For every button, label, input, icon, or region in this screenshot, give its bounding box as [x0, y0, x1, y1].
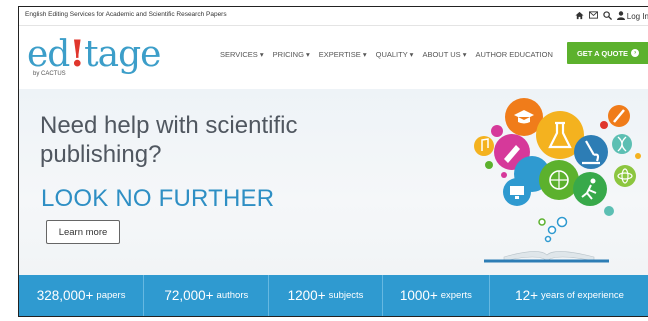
chevron-down-icon: ▾: [306, 50, 310, 59]
learn-more-button[interactable]: Learn more: [46, 220, 120, 244]
nav-label: EXPERTISE: [318, 50, 361, 59]
site-tagline: English Editing Services for Academic an…: [25, 11, 227, 18]
get-a-quote-button[interactable]: GET A QUOTE ›: [567, 42, 648, 64]
home-icon[interactable]: [575, 11, 584, 22]
globe-icon: [539, 160, 579, 200]
stat-label: years of experience: [541, 290, 624, 301]
nav-label: ABOUT US: [422, 50, 461, 59]
small-bubble-icon: [501, 172, 507, 178]
science-illustration: [474, 98, 641, 263]
pencil-icon: [608, 105, 630, 127]
nav-label: PRICING: [272, 50, 304, 59]
stat-number: 12+: [515, 288, 538, 303]
site-header: ed!tage by CACTUS SERVICES ▾ PRICING ▾ E…: [19, 26, 648, 88]
stat-number: 1000+: [399, 288, 438, 303]
microscope-icon: [574, 135, 608, 169]
utility-bar: English Editing Services for Academic an…: [19, 7, 648, 26]
login-label: Log In: [626, 11, 648, 21]
nav-services[interactable]: SERVICES ▾: [220, 50, 264, 59]
stat-label: experts: [440, 290, 472, 301]
logo-part: tage: [84, 34, 161, 75]
stat-subjects: 1200+ subjects: [269, 275, 383, 316]
music-note-icon: [474, 136, 494, 156]
nav-pricing[interactable]: PRICING ▾: [273, 50, 310, 59]
editage-logo[interactable]: ed!tage: [27, 33, 161, 75]
small-bubble-icon: [491, 125, 503, 137]
stat-label: papers: [96, 290, 126, 301]
nav-label: QUALITY: [375, 50, 408, 59]
chevron-down-icon: ▾: [259, 50, 264, 59]
stat-number: 72,000+: [164, 288, 214, 303]
logo-byline: by CACTUS: [33, 71, 66, 77]
chevron-down-icon: ▾: [462, 50, 467, 59]
arrow-right-icon: ›: [631, 49, 640, 57]
nav-quality[interactable]: QUALITY ▾: [376, 50, 414, 59]
mail-icon[interactable]: [588, 11, 598, 21]
stat-authors: 72,000+ authors: [144, 275, 270, 316]
main-nav: SERVICES ▾ PRICING ▾ EXPERTISE ▾ QUALITY…: [220, 50, 553, 59]
stats-bar: 328,000+ papers 72,000+ authors 1200+ subje…: [19, 275, 648, 316]
browser-page: English Editing Services for Academic an…: [18, 6, 648, 317]
chevron-down-icon: ▾: [409, 50, 414, 59]
hero-subtitle: LOOK NO FURTHER: [41, 185, 275, 212]
hero-banner: Need help with scientific publishing? LO…: [19, 89, 648, 275]
nav-about-us[interactable]: ABOUT US ▾: [422, 50, 466, 59]
login-link[interactable]: Log In: [616, 10, 648, 22]
small-bubble-icon: [600, 121, 608, 129]
nav-label: SERVICES: [220, 50, 258, 59]
chevron-down-icon: ▾: [362, 50, 367, 59]
small-bubble-icon: [604, 206, 614, 216]
logo-part: ed: [27, 34, 70, 75]
stat-number: 328,000+: [36, 288, 94, 303]
stat-experts: 1000+ experts: [383, 275, 491, 316]
atom-icon: [614, 165, 636, 187]
utility-icons: Log In: [575, 9, 648, 23]
computer-icon: [503, 178, 531, 206]
stat-papers: 328,000+ papers: [19, 275, 145, 316]
open-book-icon: [484, 251, 609, 263]
quote-label: GET A QUOTE: [576, 48, 629, 58]
stat-number: 1200+: [287, 288, 326, 303]
small-bubble-icon: [635, 153, 641, 159]
nav-author-education[interactable]: AUTHOR EDUCATION: [476, 50, 553, 59]
logo-exclamation: !: [69, 33, 85, 75]
stat-label: authors: [216, 290, 249, 301]
stat-years: 12+ years of experience: [490, 275, 648, 316]
hero-title: Need help with scientific publishing?: [40, 112, 298, 168]
nav-expertise[interactable]: EXPERTISE ▾: [319, 50, 367, 59]
user-icon: [616, 10, 625, 22]
search-icon[interactable]: [603, 10, 612, 22]
stat-label: subjects: [328, 290, 364, 301]
runner-icon: [573, 172, 607, 206]
nav-label: AUTHOR EDUCATION: [475, 50, 553, 59]
dna-icon: [612, 134, 632, 154]
small-bubble-icon: [485, 161, 493, 169]
